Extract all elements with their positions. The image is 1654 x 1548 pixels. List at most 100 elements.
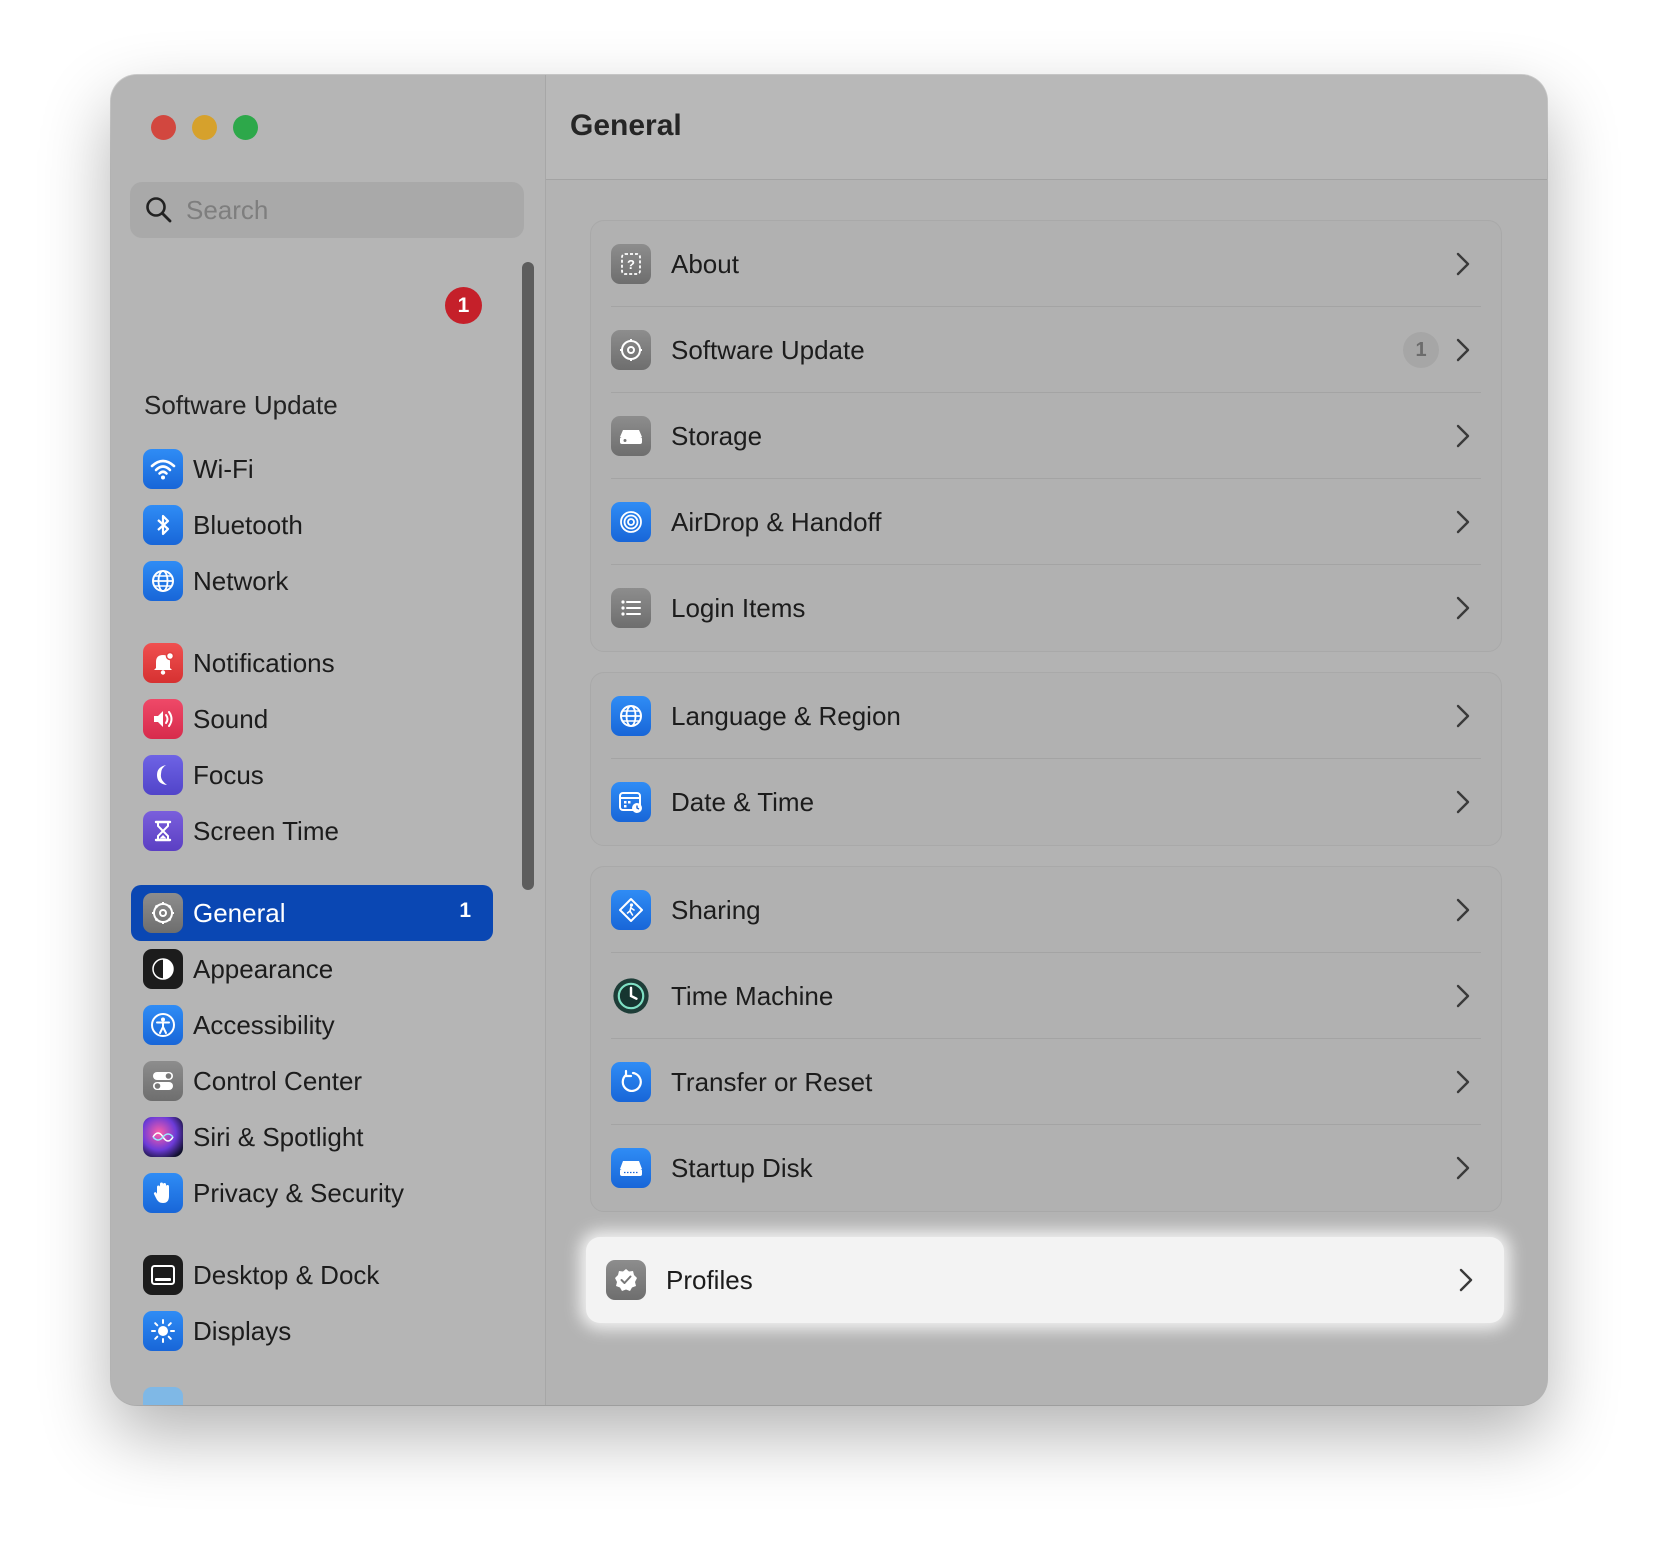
sidebar-item-label: Focus (193, 759, 264, 790)
row-language-region[interactable]: Language & Region (591, 673, 1501, 759)
sidebar-item-label: Siri & Spotlight (193, 1121, 364, 1152)
sidebar-item-label: Sound (193, 703, 269, 734)
notification-badge: 1 (445, 287, 482, 324)
search-icon (146, 197, 172, 223)
hand-icon (143, 1173, 183, 1213)
sidebar-item-desktop-dock[interactable]: Desktop & Dock (131, 1247, 493, 1303)
calendar-clock-icon (611, 782, 651, 822)
airdrop-icon (611, 502, 651, 542)
sidebar-item-label: Network (193, 565, 289, 596)
info-icon: ? (611, 244, 651, 284)
sidebar-item-label: Screen Time (193, 815, 339, 846)
sidebar-item-wifi[interactable]: Wi-Fi (131, 441, 493, 497)
sidebar-item-displays[interactable]: Displays (131, 1303, 493, 1359)
sidebar-item-appearance[interactable]: Appearance (131, 941, 493, 997)
bell-icon (143, 643, 183, 683)
chevron-right-icon (1456, 596, 1470, 620)
row-airdrop-handoff[interactable]: AirDrop & Handoff (591, 479, 1501, 565)
sidebar-item-label: Privacy & Security (193, 1177, 404, 1208)
row-time-machine[interactable]: Time Machine (591, 953, 1501, 1039)
sidebar-item-sound[interactable]: Sound (131, 691, 493, 747)
sidebar-item-label: Bluetooth (193, 509, 303, 540)
sidebar-item-label: Displays (193, 1315, 292, 1346)
sidebar-item-accessibility[interactable]: Accessibility (131, 997, 493, 1053)
toggles-icon (143, 1061, 183, 1101)
chevron-right-icon (1456, 510, 1470, 534)
sidebar-item-label: Control Center (193, 1065, 363, 1096)
sidebar: 1 Software Update Wi-Fi Bluetooth Networ… (111, 75, 546, 1405)
minimize-button[interactable] (192, 115, 217, 140)
sidebar-item-control-center[interactable]: Control Center (131, 1053, 493, 1109)
sidebar-item-bluetooth[interactable]: Bluetooth (131, 497, 493, 553)
row-label: AirDrop & Handoff (671, 506, 882, 537)
list-icon (611, 588, 651, 628)
chevron-right-icon (1456, 1156, 1470, 1180)
settings-group-sharing: Sharing Time Machine Transfer or Reset S… (590, 866, 1502, 1212)
update-count-badge: 1 (1403, 332, 1439, 368)
sidebar-item-screen-time[interactable]: Screen Time (131, 803, 493, 859)
row-startup-disk[interactable]: Startup Disk (591, 1125, 1501, 1211)
drive-icon (611, 416, 651, 456)
sidebar-item-label: Appearance (193, 953, 334, 984)
chevron-right-icon (1456, 790, 1470, 814)
row-label: Login Items (671, 592, 806, 623)
row-label: Transfer or Reset (671, 1066, 873, 1097)
row-login-items[interactable]: Login Items (591, 565, 1501, 651)
sidebar-item-label: General (193, 897, 286, 928)
sidebar-item-privacy-security[interactable]: Privacy & Security (131, 1165, 493, 1221)
settings-group-system: ? About Software Update 1 Storage AirDro… (590, 220, 1502, 652)
sidebar-item-focus[interactable]: Focus (131, 747, 493, 803)
gear-badge-icon (611, 330, 651, 370)
chevron-right-icon (1456, 424, 1470, 448)
chevron-right-icon (1456, 252, 1470, 276)
row-sharing[interactable]: Sharing (591, 867, 1501, 953)
settings-group-profiles: Profiles (586, 1237, 1504, 1323)
dock-icon (143, 1255, 183, 1295)
wallpaper-icon (143, 1387, 183, 1405)
row-about[interactable]: ? About (591, 221, 1501, 307)
zoom-button[interactable] (233, 115, 258, 140)
sidebar-item-label: Desktop & Dock (193, 1259, 380, 1290)
row-software-update[interactable]: Software Update 1 (591, 307, 1501, 393)
siri-icon (143, 1117, 183, 1157)
sidebar-item-notifications[interactable]: Notifications (131, 635, 493, 691)
row-label: Startup Disk (671, 1152, 813, 1183)
settings-window: 1 Software Update Wi-Fi Bluetooth Networ… (111, 75, 1547, 1405)
row-label: Sharing (671, 894, 761, 925)
moon-icon (143, 755, 183, 795)
sidebar-item-label: Notifications (193, 647, 335, 678)
sidebar-scrollbar[interactable] (522, 262, 534, 890)
main-pane: General ? About Software Update 1 Storag… (546, 75, 1547, 1405)
row-label: Language & Region (671, 700, 901, 731)
sidebar-item-label: Accessibility (193, 1009, 335, 1040)
accessibility-icon (143, 1005, 183, 1045)
row-label: Storage (671, 420, 763, 451)
chevron-right-icon (1456, 338, 1470, 362)
gear-icon (143, 893, 183, 933)
row-label: Date & Time (671, 786, 815, 817)
sidebar-item-general[interactable]: General 1 (131, 885, 493, 941)
page-title: General (570, 109, 682, 142)
sidebar-item-siri-spotlight[interactable]: Siri & Spotlight (131, 1109, 493, 1165)
row-storage[interactable]: Storage (591, 393, 1501, 479)
time-machine-icon (611, 976, 651, 1016)
disk-icon (611, 1148, 651, 1188)
update-count-badge: 1 (459, 899, 471, 922)
search-input[interactable] (184, 193, 508, 227)
globe-icon (143, 561, 183, 601)
row-transfer-reset[interactable]: Transfer or Reset (591, 1039, 1501, 1125)
sidebar-item-network[interactable]: Network (131, 553, 493, 609)
hourglass-icon (143, 811, 183, 851)
search-field[interactable] (130, 182, 524, 238)
row-date-time[interactable]: Date & Time (591, 759, 1501, 845)
close-button[interactable] (151, 115, 176, 140)
speaker-icon (143, 699, 183, 739)
globe-icon (611, 696, 651, 736)
row-profiles[interactable]: Profiles (586, 1237, 1504, 1323)
appearance-icon (143, 949, 183, 989)
bluetooth-icon (143, 505, 183, 545)
software-update-notice[interactable]: Software Update (144, 390, 338, 421)
chevron-right-icon (1459, 1268, 1473, 1292)
chevron-right-icon (1456, 704, 1470, 728)
reset-icon (611, 1062, 651, 1102)
